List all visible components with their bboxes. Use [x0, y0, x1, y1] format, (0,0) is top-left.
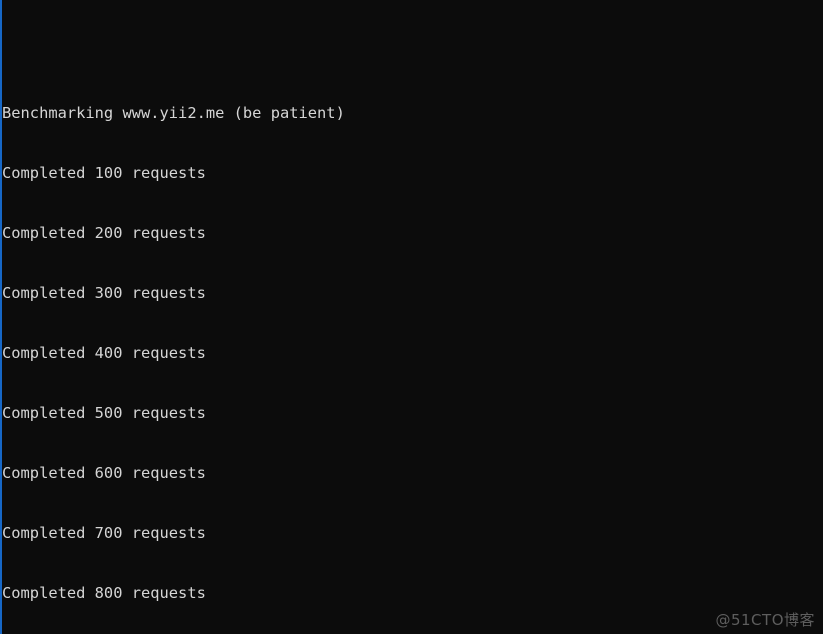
console-line: Completed 700 requests: [2, 524, 206, 542]
console-line: Completed 800 requests: [2, 584, 206, 602]
console-output: Benchmarking www.yii2.me (be patient) Co…: [2, 3, 823, 634]
progress-block: Benchmarking www.yii2.me (be patient) Co…: [2, 63, 823, 634]
console-line: Completed 100 requests: [2, 164, 206, 182]
console-line: Benchmarking www.yii2.me (be patient): [2, 104, 345, 122]
console-line: Completed 500 requests: [2, 404, 206, 422]
watermark: @51CTO博客: [715, 611, 815, 629]
console-line: Completed 600 requests: [2, 464, 206, 482]
console-line: Completed 200 requests: [2, 224, 206, 242]
console-line: Completed 300 requests: [2, 284, 206, 302]
console-line: Completed 400 requests: [2, 344, 206, 362]
terminal-window[interactable]: Benchmarking www.yii2.me (be patient) Co…: [0, 0, 823, 634]
